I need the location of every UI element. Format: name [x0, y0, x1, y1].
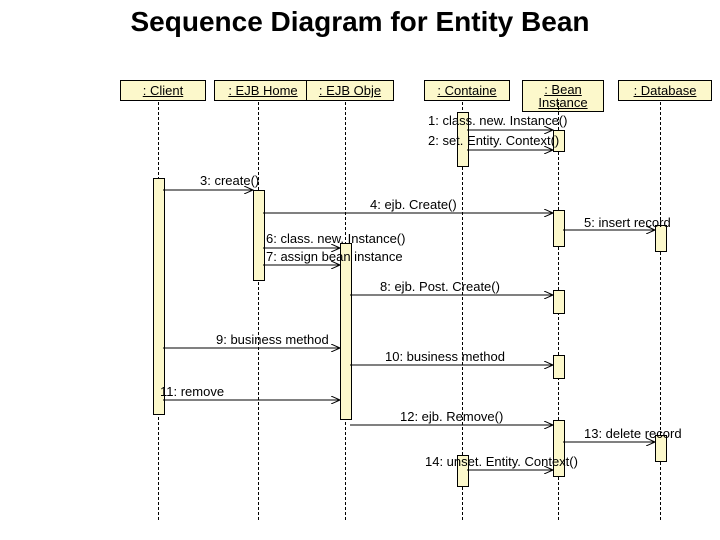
msg-14: 14: unset. Entity. Context()	[425, 454, 578, 469]
msg-8: 8: ejb. Post. Create()	[380, 279, 500, 294]
msg-6: 6: class. new. Instance()	[266, 231, 405, 246]
msg-7: 7: assign bean instance	[266, 249, 403, 264]
participant-bean: : BeanInstance	[522, 80, 604, 112]
participant-label: : BeanInstance	[538, 82, 587, 110]
activation	[253, 190, 265, 281]
msg-3: 3: create()	[200, 173, 259, 188]
participant-container: : Containe	[424, 80, 510, 101]
msg-12: 12: ejb. Remove()	[400, 409, 503, 424]
diagram-canvas: Sequence Diagram for Entity Bean : Clien…	[0, 0, 720, 540]
diagram-title: Sequence Diagram for Entity Bean	[0, 6, 720, 38]
activation	[553, 290, 565, 314]
msg-1: 1: class. new. Instance()	[428, 113, 567, 128]
activation	[340, 243, 352, 420]
msg-5: 5: insert record	[584, 215, 671, 230]
msg-11: 11: remove	[160, 384, 224, 399]
participant-client: : Client	[120, 80, 206, 101]
msg-9: 9: business method	[216, 332, 329, 347]
participant-ejb-obje: : EJB Obje	[306, 80, 394, 101]
activation	[553, 355, 565, 379]
msg-4: 4: ejb. Create()	[370, 197, 457, 212]
participant-label: : Client	[143, 83, 183, 98]
msg-2: 2: set. Entity. Context()	[428, 133, 559, 148]
participant-ejb-home: : EJB Home	[214, 80, 312, 101]
lifeline-ejb-home	[258, 102, 259, 520]
activation	[153, 178, 165, 415]
participant-label: : EJB Home	[228, 83, 297, 98]
participant-label: : EJB Obje	[319, 83, 381, 98]
msg-13: 13: delete record	[584, 426, 682, 441]
msg-10: 10: business method	[385, 349, 505, 364]
participant-label: : Containe	[437, 83, 496, 98]
activation	[553, 210, 565, 247]
participant-database: : Database	[618, 80, 712, 101]
participant-label: : Database	[634, 83, 697, 98]
